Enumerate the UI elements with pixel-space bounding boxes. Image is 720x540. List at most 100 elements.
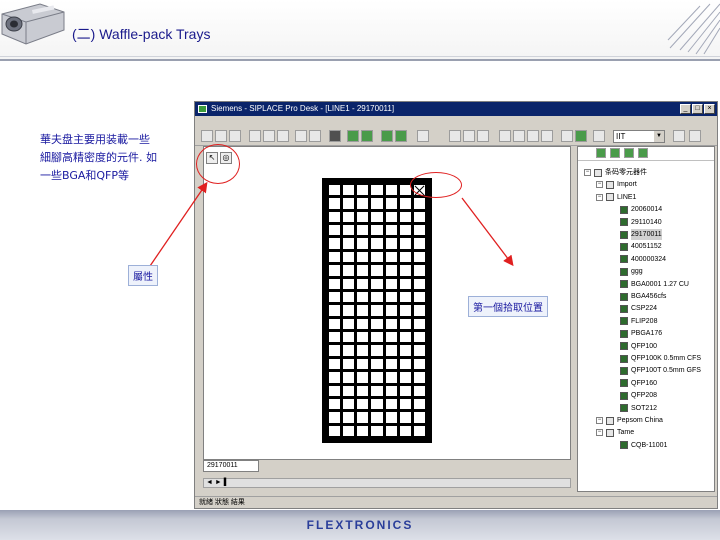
- tree-item[interactable]: 29110140: [620, 217, 662, 228]
- tray-grid: [329, 185, 425, 436]
- expand-icon[interactable]: −: [596, 181, 603, 189]
- tree-toolbar: [578, 147, 714, 161]
- tray-pocket: [343, 358, 355, 370]
- canvas-tab[interactable]: 29170011: [203, 460, 259, 472]
- tree-item[interactable]: ggg: [620, 266, 643, 277]
- component-icon: [620, 317, 628, 326]
- minimize-button[interactable]: _: [680, 104, 691, 114]
- tree-item[interactable]: 20060014: [620, 204, 662, 215]
- tray-pocket: [399, 265, 411, 276]
- tray-pocket: [385, 358, 397, 370]
- print-icon[interactable]: [593, 130, 605, 142]
- tray-pocket: [371, 198, 383, 209]
- tree-item[interactable]: CSP224: [620, 303, 657, 314]
- tree-item[interactable]: QFP100: [620, 341, 657, 352]
- main-toolbar: IIT ▼: [195, 128, 717, 146]
- help-icon[interactable]: [673, 130, 685, 142]
- delete-icon[interactable]: [561, 130, 573, 142]
- tree-item[interactable]: BGA0001 1.27 CU: [620, 279, 689, 290]
- zoom-fit-icon[interactable]: [527, 130, 539, 142]
- tray-pocket: [413, 425, 425, 436]
- feeder-icon[interactable]: [347, 130, 359, 142]
- tray-pocket: [357, 385, 369, 396]
- tree-item[interactable]: SOT212: [620, 403, 657, 414]
- machine-icon[interactable]: [329, 130, 341, 142]
- board-icon[interactable]: [395, 130, 407, 142]
- tray-pocket: [385, 345, 397, 356]
- tray-pocket: [385, 332, 397, 343]
- tree-item[interactable]: QFP100K 0.5mm CFS: [620, 353, 701, 364]
- window-title: Siemens - SIPLACE Pro Desk - [LINE1 - 29…: [211, 104, 395, 113]
- tray-pocket: [329, 305, 341, 316]
- maximize-button[interactable]: □: [692, 104, 703, 114]
- component-icon[interactable]: [381, 130, 393, 142]
- tree-item-label: PBGA176: [631, 330, 663, 338]
- redo-icon[interactable]: [309, 130, 321, 142]
- copy-icon[interactable]: [263, 130, 275, 142]
- tree-refresh-icon[interactable]: [624, 148, 634, 158]
- tree-add-icon[interactable]: [596, 148, 606, 158]
- slide-title: (二) Waffle-pack Trays: [72, 26, 211, 42]
- tree-item[interactable]: − Import: [596, 179, 637, 190]
- tree-filter-icon[interactable]: [638, 148, 648, 158]
- tree-item[interactable]: − LINE1: [596, 192, 636, 203]
- tray-pocket: [329, 265, 341, 276]
- tree-item[interactable]: − Tame: [596, 427, 634, 438]
- tree-item[interactable]: FLIP208: [620, 316, 657, 327]
- library-tree: − 条码零元器件 − Import − LINE1 20060014 29110140 2917…: [577, 146, 715, 492]
- check-icon[interactable]: [575, 130, 587, 142]
- download-icon[interactable]: [477, 130, 489, 142]
- expand-icon[interactable]: −: [596, 417, 603, 424]
- new-icon[interactable]: [201, 130, 213, 142]
- window-titlebar[interactable]: Siemens - SIPLACE Pro Desk - [LINE1 - 29…: [195, 102, 717, 116]
- grid-icon[interactable]: [449, 130, 461, 142]
- save-icon[interactable]: [229, 130, 241, 142]
- tray-pocket: [371, 358, 383, 370]
- tree-item[interactable]: 400000324: [620, 254, 666, 265]
- paste-icon[interactable]: [277, 130, 289, 142]
- optimize-icon[interactable]: [463, 130, 475, 142]
- tray-pocket: [343, 251, 355, 263]
- tree-item[interactable]: 40051152: [620, 241, 662, 252]
- expand-icon[interactable]: −: [596, 429, 603, 437]
- tree-item-label: 29110140: [631, 218, 662, 226]
- header-divider: [0, 59, 720, 61]
- tree-item[interactable]: − 条码零元器件: [584, 167, 647, 178]
- cut-icon[interactable]: [249, 130, 261, 142]
- expand-icon[interactable]: −: [596, 193, 603, 201]
- expand-icon[interactable]: −: [584, 169, 591, 176]
- open-icon[interactable]: [215, 130, 227, 142]
- tree-item[interactable]: QFP100T 0.5mm GFS: [620, 365, 701, 376]
- view-combo[interactable]: IIT ▼: [613, 130, 665, 143]
- tray-icon[interactable]: [361, 130, 373, 142]
- undo-icon[interactable]: [295, 130, 307, 142]
- tree-item-label: 条码零元器件: [605, 169, 647, 176]
- close-button[interactable]: ×: [704, 104, 715, 114]
- component-icon: [620, 230, 628, 239]
- zoom-in-icon[interactable]: [499, 130, 511, 142]
- tree-item[interactable]: − Pepsom China: [596, 415, 663, 426]
- list-icon[interactable]: [417, 130, 429, 142]
- tree-item[interactable]: QFP208: [620, 390, 657, 401]
- tree-item[interactable]: QFP160: [620, 378, 657, 389]
- about-icon[interactable]: [689, 130, 701, 142]
- horizontal-scrollbar[interactable]: ◄ ► ▌: [203, 478, 571, 488]
- chevron-down-icon[interactable]: ▼: [654, 131, 664, 142]
- tree-item[interactable]: 29170011: [620, 229, 662, 240]
- zoom-window-icon[interactable]: [541, 130, 553, 142]
- component-icon: [620, 255, 628, 264]
- tray-pocket: [357, 318, 369, 330]
- tray-pocket: [413, 225, 425, 236]
- tree-item[interactable]: BGA456cfs: [620, 291, 666, 302]
- tree-item[interactable]: CQB-11001: [620, 440, 667, 451]
- tray-pocket: [329, 398, 341, 410]
- tree-item[interactable]: PBGA176: [620, 328, 662, 339]
- tree-copy-icon[interactable]: [610, 148, 620, 158]
- tray-pocket: [399, 251, 411, 263]
- highlight-ring-first-pick: [410, 172, 462, 198]
- component-icon: [620, 354, 628, 363]
- tray-pocket: [371, 185, 383, 196]
- zoom-out-icon[interactable]: [513, 130, 525, 142]
- tray-pocket: [343, 305, 355, 316]
- tray-pocket: [385, 278, 397, 289]
